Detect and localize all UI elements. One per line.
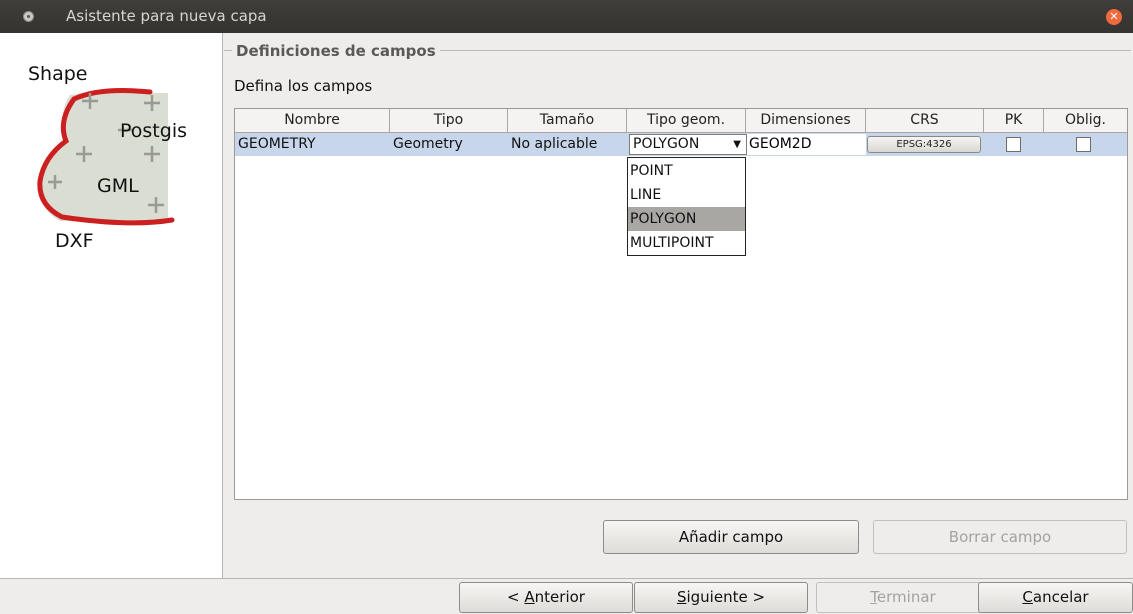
postgis-label: Postgis: [120, 120, 187, 142]
oblig-checkbox[interactable]: [1076, 137, 1091, 152]
previous-button[interactable]: < Anterior: [459, 582, 633, 613]
cell-nombre[interactable]: GEOMETRY: [235, 133, 390, 156]
delete-field-button[interactable]: Borrar campo: [873, 520, 1127, 554]
finish-button[interactable]: Terminar: [816, 582, 990, 613]
window-title: Asistente para nueva capa: [66, 7, 267, 25]
option-polygon[interactable]: POLYGON: [628, 207, 745, 231]
previous-prefix: <: [507, 588, 525, 606]
dxf-label: DXF: [55, 230, 94, 252]
close-icon[interactable]: ✕: [1106, 9, 1122, 25]
next-rest: iguiente >: [686, 588, 766, 606]
option-line[interactable]: LINE: [628, 183, 745, 207]
column-header-crs[interactable]: CRS: [866, 109, 984, 132]
column-header-oblig[interactable]: Oblig.: [1044, 109, 1127, 132]
column-header-dimensiones[interactable]: Dimensiones: [746, 109, 866, 132]
fieldset-title: Definiciones de campos: [232, 42, 440, 60]
cell-tipo[interactable]: Geometry: [390, 133, 508, 156]
crs-button[interactable]: EPSG:4326: [867, 136, 981, 153]
geometry-type-dropdown: POINT LINE POLYGON MULTIPOINT: [627, 157, 746, 256]
fields-subtitle: Defina los campos: [234, 77, 373, 95]
wizard-illustration-panel: Shape Postgis GML DXF: [0, 33, 223, 578]
column-header-tamano[interactable]: Tamaño: [508, 109, 627, 132]
dropdown-arrow-icon[interactable]: ▼: [733, 135, 741, 154]
add-field-button[interactable]: Añadir campo: [603, 520, 859, 554]
window-menu-icon[interactable]: [23, 11, 34, 22]
cell-tamano[interactable]: No aplicable: [508, 133, 627, 156]
column-header-tipo-geom[interactable]: Tipo geom.: [627, 109, 746, 132]
cancel-button[interactable]: Cancelar: [978, 582, 1133, 613]
title-bar: Asistente para nueva capa ✕: [0, 0, 1133, 33]
pk-checkbox[interactable]: [1006, 137, 1021, 152]
finish-mnemonic: T: [870, 588, 877, 606]
next-button[interactable]: Siguiente >: [634, 582, 808, 613]
column-header-pk[interactable]: PK: [984, 109, 1044, 132]
finish-rest: erminar: [876, 588, 936, 606]
previous-mnemonic: A: [524, 588, 535, 606]
dimensions-field[interactable]: GEOM2D: [747, 134, 866, 155]
geometry-type-select[interactable]: POLYGON ▼: [629, 134, 747, 155]
shape-label: Shape: [28, 63, 88, 85]
table-row[interactable]: GEOMETRY Geometry No aplicable POLYGON ▼…: [235, 133, 1127, 156]
gml-label: GML: [97, 175, 139, 197]
option-point[interactable]: POINT: [628, 159, 745, 183]
previous-rest: nterior: [534, 588, 585, 606]
cancel-mnemonic: C: [1022, 588, 1033, 606]
option-multipoint[interactable]: MULTIPOINT: [628, 231, 745, 255]
geometry-type-value: POLYGON: [633, 136, 700, 152]
cancel-rest: ancelar: [1032, 588, 1089, 606]
table-header: Nombre Tipo Tamaño Tipo geom. Dimensione…: [235, 109, 1127, 133]
column-header-tipo[interactable]: Tipo: [390, 109, 508, 132]
column-header-nombre[interactable]: Nombre: [235, 109, 390, 132]
